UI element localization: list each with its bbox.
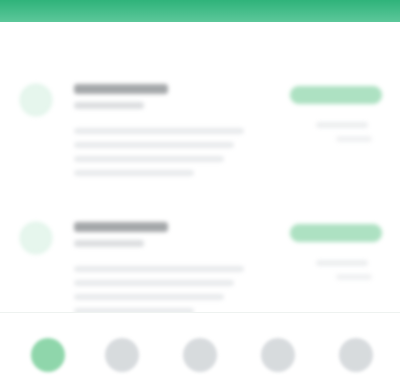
card-subtitle <box>74 102 144 109</box>
nav-label <box>170 373 230 383</box>
card-meta <box>316 122 368 128</box>
nav-label <box>92 373 152 383</box>
card-body-line <box>74 156 224 162</box>
card-title <box>74 222 168 232</box>
card-action-button[interactable] <box>290 86 382 104</box>
nav-label <box>18 373 78 383</box>
nav-item-profile[interactable] <box>326 329 386 381</box>
content-list <box>0 22 400 318</box>
chat-icon <box>183 338 217 372</box>
nav-label <box>326 373 386 383</box>
avatar-icon <box>20 84 52 116</box>
profile-icon <box>339 338 373 372</box>
card-body-line <box>74 280 234 286</box>
nav-label <box>248 373 308 383</box>
card-subtitle <box>74 240 144 247</box>
card-body-line <box>74 170 194 176</box>
nav-item-chat[interactable] <box>170 329 230 381</box>
card-meta <box>316 260 368 266</box>
card-body-line <box>74 142 234 148</box>
nav-item-notifications[interactable] <box>248 329 308 381</box>
card-meta-secondary <box>336 274 372 280</box>
card-action-button[interactable] <box>290 224 382 242</box>
nav-item-home[interactable] <box>18 329 78 381</box>
avatar-icon <box>20 222 52 254</box>
card-body-line <box>74 294 224 300</box>
list-icon <box>105 338 139 372</box>
home-icon <box>31 338 65 372</box>
list-card[interactable] <box>0 194 400 314</box>
card-body-line <box>74 266 244 272</box>
nav-item-list[interactable] <box>92 329 152 381</box>
bottom-navigation <box>0 312 400 391</box>
bell-icon <box>261 338 295 372</box>
card-meta-secondary <box>336 136 372 142</box>
top-header-bar <box>0 0 400 22</box>
list-card[interactable] <box>0 56 400 176</box>
card-body-line <box>74 128 244 134</box>
card-title <box>74 84 168 94</box>
